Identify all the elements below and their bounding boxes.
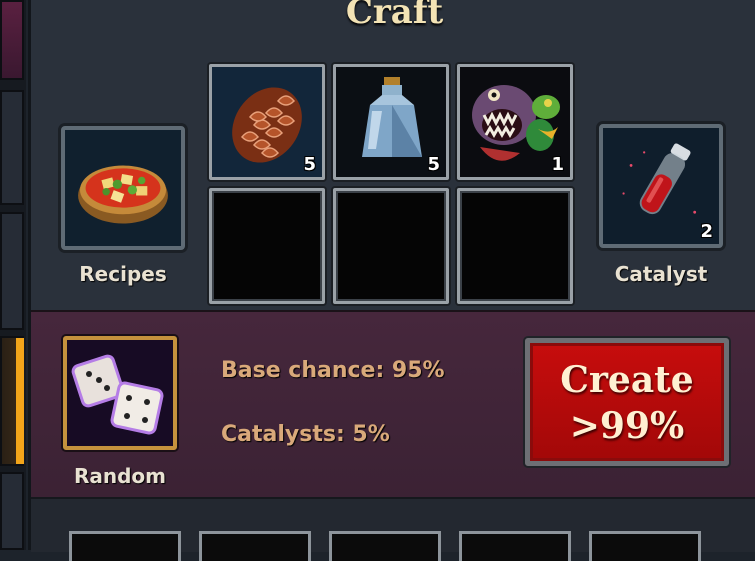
- panel-title: Craft: [345, 0, 444, 32]
- ingredient-quantity: 5: [427, 154, 440, 175]
- catalyst-slot[interactable]: 2: [599, 124, 723, 248]
- craft-panel: Craft Recipes 5 5 1 2 Catalyst Random Ba…: [28, 0, 755, 561]
- craft-options-panel: Random Base chance: 95% Catalysts: 5% Cr…: [31, 310, 755, 497]
- ingredient-slot-empty[interactable]: [457, 188, 573, 304]
- inventory-slot[interactable]: [329, 531, 441, 561]
- sidebar-tab[interactable]: [0, 212, 24, 330]
- ingredient-slot-empty[interactable]: [209, 188, 325, 304]
- create-button-label: Create: [560, 359, 694, 401]
- ingredient-quantity: 5: [303, 154, 316, 175]
- sidebar-tab[interactable]: [0, 0, 24, 80]
- sidebar-tab-active[interactable]: [0, 336, 24, 466]
- soup-bowl-icon: [65, 130, 181, 246]
- inventory-slot[interactable]: [589, 531, 701, 561]
- sidebar-tab[interactable]: [0, 90, 24, 205]
- ingredient-slot[interactable]: 5: [333, 64, 449, 180]
- inventory-slot[interactable]: [199, 531, 311, 561]
- catalyst-quantity: 2: [700, 221, 713, 242]
- random-slot[interactable]: [63, 336, 177, 450]
- create-button[interactable]: Create >99%: [525, 338, 729, 466]
- ingredient-quantity: 1: [551, 154, 564, 175]
- inventory-slot[interactable]: [69, 531, 181, 561]
- catalysts-chance-text: Catalysts: 5%: [221, 422, 390, 447]
- inventory-slot[interactable]: [459, 531, 571, 561]
- inventory-row: [31, 497, 755, 561]
- random-label: Random: [73, 464, 167, 488]
- base-chance-text: Base chance: 95%: [221, 358, 445, 383]
- left-sidebar: [0, 0, 26, 550]
- recipes-label: Recipes: [79, 262, 167, 286]
- ingredient-slot[interactable]: 1: [457, 64, 573, 180]
- ingredient-slot-empty[interactable]: [333, 188, 449, 304]
- recipes-slot[interactable]: [61, 126, 185, 250]
- catalyst-label: Catalyst: [614, 262, 708, 286]
- dice-icon: [67, 340, 173, 446]
- sidebar-tab[interactable]: [0, 472, 24, 550]
- create-button-chance: >99%: [569, 405, 685, 447]
- ingredient-slot[interactable]: 5: [209, 64, 325, 180]
